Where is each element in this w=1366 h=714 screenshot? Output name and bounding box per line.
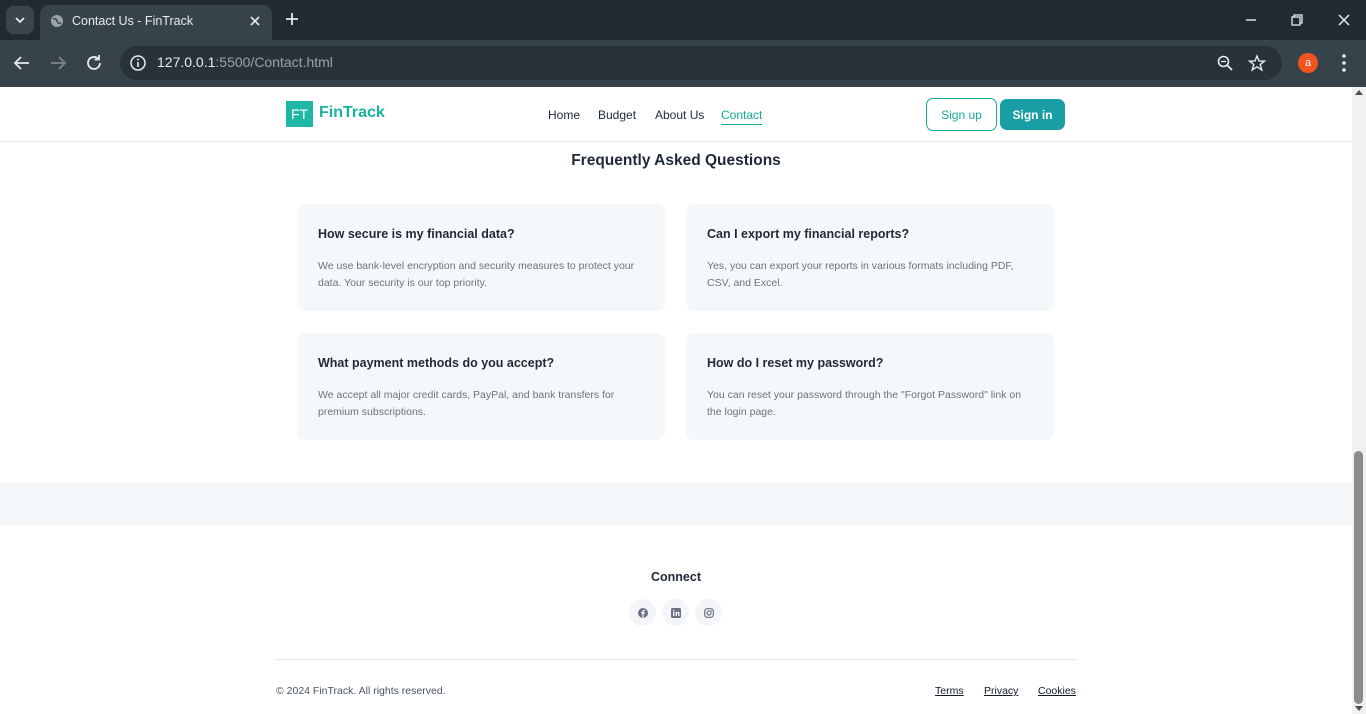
- close-icon[interactable]: [247, 13, 263, 29]
- faq-answer: You can reset your password through the …: [707, 389, 1022, 418]
- sign-in-button[interactable]: Sign in: [1000, 99, 1065, 130]
- cookies-link[interactable]: Cookies: [1038, 685, 1076, 697]
- page-viewport: FT FinTrack Home Budget About Us Contact…: [0, 87, 1352, 714]
- tab-title: Contact Us - FinTrack: [72, 14, 194, 28]
- connect-title: Connect: [651, 570, 701, 584]
- nav-contact[interactable]: Contact: [721, 108, 763, 125]
- address-bar[interactable]: 127.0.0.1:5500/Contact.html: [120, 46, 1282, 80]
- reload-icon[interactable]: [83, 52, 105, 74]
- linkedin-link[interactable]: [662, 599, 689, 626]
- url-text: 127.0.0.1:5500/Contact.html: [157, 54, 333, 70]
- browser-tabbar: Contact Us - FinTrack: [0, 0, 1366, 40]
- instagram-icon: [703, 607, 714, 618]
- browser-toolbar: 127.0.0.1:5500/Contact.html a: [0, 40, 1366, 87]
- instagram-link[interactable]: [695, 599, 722, 626]
- window-close-icon[interactable]: [1335, 11, 1353, 29]
- terms-link[interactable]: Terms: [935, 685, 964, 697]
- zoom-icon[interactable]: [1216, 54, 1234, 72]
- faq-question: How do I reset my password?: [707, 356, 884, 370]
- faq-card: How secure is my financial data? We use …: [297, 204, 665, 311]
- profile-avatar[interactable]: a: [1298, 53, 1318, 73]
- globe-icon: [51, 15, 63, 27]
- faq-title: Frequently Asked Questions: [571, 152, 781, 169]
- section-band: [0, 483, 1352, 525]
- faq-card: How do I reset my password? You can rese…: [686, 333, 1054, 440]
- nav-home[interactable]: Home: [548, 108, 580, 122]
- sign-up-button[interactable]: Sign up: [926, 98, 997, 131]
- scroll-down-arrow-icon[interactable]: [1355, 706, 1363, 711]
- linkedin-icon: [670, 607, 681, 618]
- logo-badge[interactable]: FT: [286, 101, 313, 127]
- tab-search-button[interactable]: [6, 6, 34, 34]
- chevron-down-icon: [15, 17, 25, 24]
- logo-text[interactable]: FinTrack: [319, 104, 385, 122]
- faq-answer: We accept all major credit cards, PayPal…: [318, 389, 615, 418]
- faq-question: Can I export my financial reports?: [707, 227, 910, 241]
- new-tab-plus-icon[interactable]: [283, 10, 301, 28]
- minimize-icon[interactable]: [1242, 11, 1260, 29]
- footer-divider: [276, 659, 1076, 660]
- bookmark-star-icon[interactable]: [1248, 54, 1266, 72]
- site-header: FT FinTrack Home Budget About Us Contact…: [0, 87, 1352, 142]
- facebook-icon: [637, 607, 648, 618]
- url-path: :5500/Contact.html: [215, 54, 333, 70]
- page-scrollbar[interactable]: [1352, 87, 1366, 714]
- nav-about-us[interactable]: About Us: [655, 108, 704, 122]
- scrollbar-thumb[interactable]: [1354, 451, 1363, 704]
- more-menu-icon[interactable]: [1335, 52, 1353, 74]
- copyright-text: © 2024 FinTrack. All rights reserved.: [276, 685, 446, 697]
- back-arrow-icon[interactable]: [11, 52, 33, 74]
- faq-answer: We use bank-level encryption and securit…: [318, 260, 635, 289]
- url-host: 127.0.0.1: [157, 54, 216, 70]
- site-info-icon[interactable]: [129, 54, 147, 72]
- browser-tab-active[interactable]: Contact Us - FinTrack: [40, 5, 272, 40]
- forward-arrow-icon[interactable]: [47, 52, 69, 74]
- nav-budget[interactable]: Budget: [598, 108, 636, 122]
- faq-question: What payment methods do you accept?: [318, 356, 555, 370]
- faq-question: How secure is my financial data?: [318, 227, 515, 241]
- faq-card: What payment methods do you accept? We a…: [297, 333, 665, 440]
- faq-answer: Yes, you can export your reports in vari…: [707, 260, 1014, 289]
- facebook-link[interactable]: [629, 599, 656, 626]
- faq-card: Can I export my financial reports? Yes, …: [686, 204, 1054, 311]
- scroll-up-arrow-icon[interactable]: [1355, 90, 1363, 95]
- privacy-link[interactable]: Privacy: [984, 685, 1018, 697]
- restore-icon[interactable]: [1288, 11, 1306, 29]
